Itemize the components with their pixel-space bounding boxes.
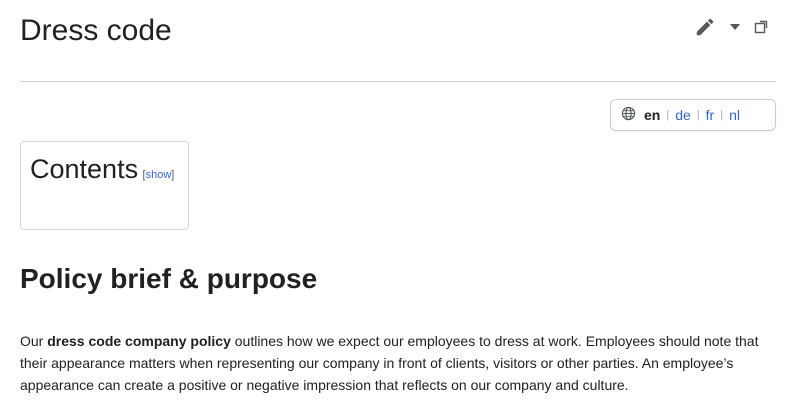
- language-switcher: en | de | fr | nl: [610, 99, 776, 131]
- toc-bracket-close: ]: [171, 169, 175, 181]
- paragraph-bold: dress code company policy: [47, 333, 231, 349]
- language-link-nl[interactable]: nl: [729, 107, 740, 123]
- section-paragraph: Our dress code company policy outlines h…: [20, 330, 780, 396]
- pencil-icon[interactable]: [694, 16, 716, 38]
- language-separator: |: [666, 109, 670, 121]
- expand-icon[interactable]: [754, 20, 768, 34]
- paragraph-prefix: Our: [20, 333, 48, 349]
- language-link-de[interactable]: de: [675, 107, 691, 123]
- toc-toggle: [show]: [143, 169, 175, 181]
- page-title: Dress code: [20, 14, 172, 47]
- globe-icon: [621, 106, 636, 124]
- table-of-contents: Contents [show]: [20, 141, 189, 230]
- toc-show-link[interactable]: show: [146, 169, 172, 181]
- language-current: en: [644, 107, 661, 123]
- title-divider: [20, 81, 776, 82]
- language-link-fr[interactable]: fr: [706, 107, 715, 123]
- language-separator: |: [720, 109, 724, 121]
- toc-title: Contents: [30, 154, 139, 184]
- page-tools: [694, 16, 768, 38]
- caret-down-icon[interactable]: [728, 20, 742, 34]
- section-heading: Policy brief & purpose: [20, 263, 318, 294]
- language-separator: |: [696, 109, 700, 121]
